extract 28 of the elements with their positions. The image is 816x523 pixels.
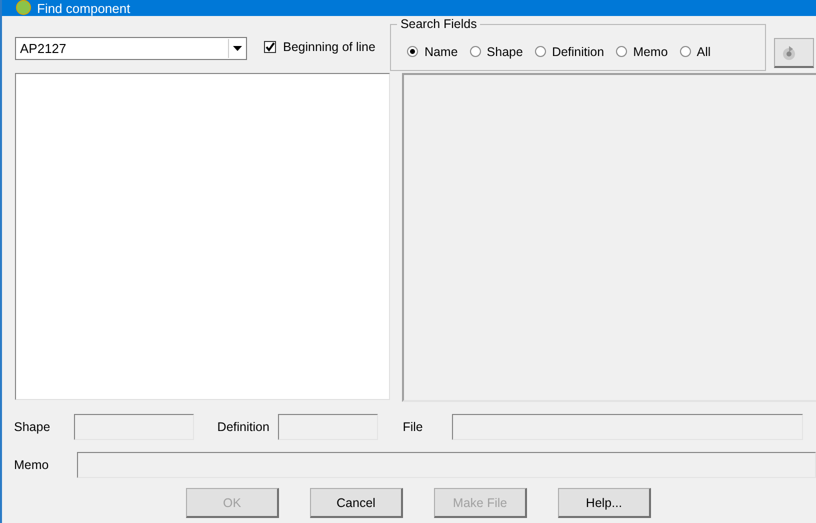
radio-label: Shape xyxy=(486,44,523,58)
radio-label: Definition xyxy=(552,44,604,58)
field-label: Definition xyxy=(217,420,270,434)
radio-label: Name xyxy=(424,44,458,58)
radio-button[interactable] xyxy=(407,46,418,57)
checkbox[interactable] xyxy=(264,41,276,53)
refresh-button[interactable] xyxy=(774,38,814,68)
dialog-button[interactable]: Cancel xyxy=(310,488,403,518)
readonly-field[interactable] xyxy=(74,414,194,440)
field-label: Shape xyxy=(14,420,52,434)
search-combo[interactable]: AP2127 xyxy=(15,37,247,60)
field-label: File xyxy=(402,420,424,434)
dropdown-arrow-icon[interactable] xyxy=(228,39,245,58)
readonly-field[interactable] xyxy=(452,414,803,440)
radio-button[interactable] xyxy=(680,46,691,57)
group-title: Search Fields xyxy=(397,17,480,31)
field-label: Memo xyxy=(14,458,50,472)
app-icon xyxy=(16,0,31,15)
dialog-button[interactable]: Help... xyxy=(558,488,651,518)
radio-button[interactable] xyxy=(470,46,481,57)
readonly-field[interactable] xyxy=(278,414,378,440)
memo-field[interactable] xyxy=(77,452,816,478)
radio-label: Memo xyxy=(633,44,668,58)
radio-label: All xyxy=(696,44,711,58)
radio-button[interactable] xyxy=(616,46,628,57)
window-title: Find component xyxy=(37,1,130,16)
checkbox-label: Beginning of line xyxy=(283,40,376,54)
radio-button[interactable] xyxy=(534,46,546,57)
